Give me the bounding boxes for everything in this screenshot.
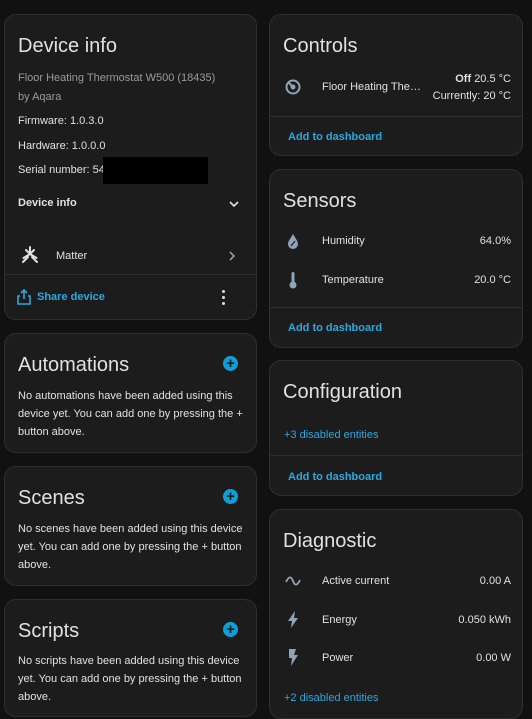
lightning-bolt-icon xyxy=(288,611,298,628)
device-info-card: Device info Floor Heating Thermostat W50… xyxy=(4,14,257,320)
share-device-button[interactable]: Share device xyxy=(15,287,115,307)
thermometer-icon xyxy=(289,272,297,289)
add-automation-button[interactable]: + xyxy=(223,356,238,371)
serial-redaction xyxy=(103,157,208,184)
device-info-expander-label: Device info xyxy=(18,197,77,209)
sensor-value: 20.0 °C xyxy=(474,274,511,286)
setpoint: 20.5 °C xyxy=(474,73,511,85)
integration-matter[interactable]: Matter xyxy=(5,241,256,271)
add-to-dashboard-button[interactable]: Add to dashboard xyxy=(288,322,382,334)
divider xyxy=(270,116,522,117)
diagnostic-card: Diagnostic Active current 0.00 A Energy … xyxy=(269,509,523,719)
configuration-title: Configuration xyxy=(283,381,402,403)
matter-icon xyxy=(22,246,38,263)
current-temperature: Currently: 20 °C xyxy=(432,90,511,102)
share-label: Share device xyxy=(37,291,105,303)
automations-empty-text: No automations have been added using thi… xyxy=(18,390,243,438)
device-info-expander[interactable]: Device info xyxy=(5,191,256,217)
controls-title: Controls xyxy=(283,35,358,57)
hvac-mode: Off xyxy=(455,73,472,85)
sensor-row-humidity[interactable]: Humidity 64.0% xyxy=(270,230,522,252)
current-ac-icon xyxy=(285,576,301,586)
divider xyxy=(270,455,522,456)
hardware-version: Hardware: 1.0.0.0 xyxy=(18,140,106,152)
divider xyxy=(5,274,256,275)
device-info-title: Device info xyxy=(18,35,117,57)
thermostat-state: Off 20.5 °C xyxy=(455,73,511,85)
thermostat-entity-row[interactable]: Floor Heating The… Off 20.5 °C Currently… xyxy=(270,70,522,104)
scenes-title: Scenes xyxy=(18,487,85,509)
water-percent-icon xyxy=(288,234,298,249)
disabled-entities-link[interactable]: +2 disabled entities xyxy=(284,692,378,704)
automations-card: Automations + No automations have been a… xyxy=(4,333,257,453)
device-model: Floor Heating Thermostat W500 (18435) xyxy=(18,72,216,84)
scripts-empty-text: No scripts have been added using this de… xyxy=(18,655,242,703)
firmware-version: Firmware: 1.0.3.0 xyxy=(18,115,104,127)
add-to-dashboard-button[interactable]: Add to dashboard xyxy=(288,471,382,483)
sensor-label: Temperature xyxy=(322,274,384,286)
diagnostic-row-energy[interactable]: Energy 0.050 kWh xyxy=(270,609,522,631)
sensor-value: 64.0% xyxy=(479,235,511,247)
chevron-down-icon xyxy=(229,201,239,208)
sensor-label: Humidity xyxy=(322,235,365,247)
overflow-menu-icon[interactable] xyxy=(221,289,227,305)
integration-label: Matter xyxy=(56,250,88,262)
diagnostic-value: 0.00 A xyxy=(479,575,511,587)
thermostat-name: Floor Heating The… xyxy=(322,81,421,93)
disabled-entities-link[interactable]: +3 disabled entities xyxy=(284,429,378,441)
add-to-dashboard-button[interactable]: Add to dashboard xyxy=(288,131,382,143)
chevron-right-icon xyxy=(229,251,236,261)
thermostat-icon xyxy=(285,79,301,95)
diagnostic-row-power[interactable]: Power 0.00 W xyxy=(270,647,522,669)
share-icon xyxy=(17,289,31,305)
add-script-button[interactable]: + xyxy=(223,622,238,637)
scripts-title: Scripts xyxy=(18,620,80,642)
sensors-card: Sensors Humidity 64.0% Temperature 20.0 … xyxy=(269,169,523,348)
flash-icon xyxy=(289,649,298,666)
diagnostic-label: Active current xyxy=(322,575,390,587)
scenes-empty-text: No scenes have been added using this dev… xyxy=(18,523,243,571)
diagnostic-label: Power xyxy=(322,652,354,664)
sensors-title: Sensors xyxy=(283,190,357,212)
divider xyxy=(270,307,522,308)
scripts-card: Scripts + No scripts have been added usi… xyxy=(4,599,257,717)
automations-title: Automations xyxy=(18,354,130,376)
add-scene-button[interactable]: + xyxy=(223,489,238,504)
scenes-card: Scenes + No scenes have been added using… xyxy=(4,466,257,586)
controls-card: Controls Floor Heating The… Off 20.5 °C … xyxy=(269,14,523,156)
diagnostic-label: Energy xyxy=(322,614,357,626)
sensor-row-temperature[interactable]: Temperature 20.0 °C xyxy=(270,269,522,291)
diagnostic-title: Diagnostic xyxy=(283,530,377,552)
diagnostic-row-current[interactable]: Active current 0.00 A xyxy=(270,570,522,592)
device-manufacturer: by Aqara xyxy=(18,91,62,103)
diagnostic-value: 0.00 W xyxy=(476,652,511,664)
serial-number: Serial number: 54 xyxy=(18,164,105,176)
diagnostic-value: 0.050 kWh xyxy=(458,614,511,626)
configuration-card: Configuration +3 disabled entities Add t… xyxy=(269,360,523,496)
